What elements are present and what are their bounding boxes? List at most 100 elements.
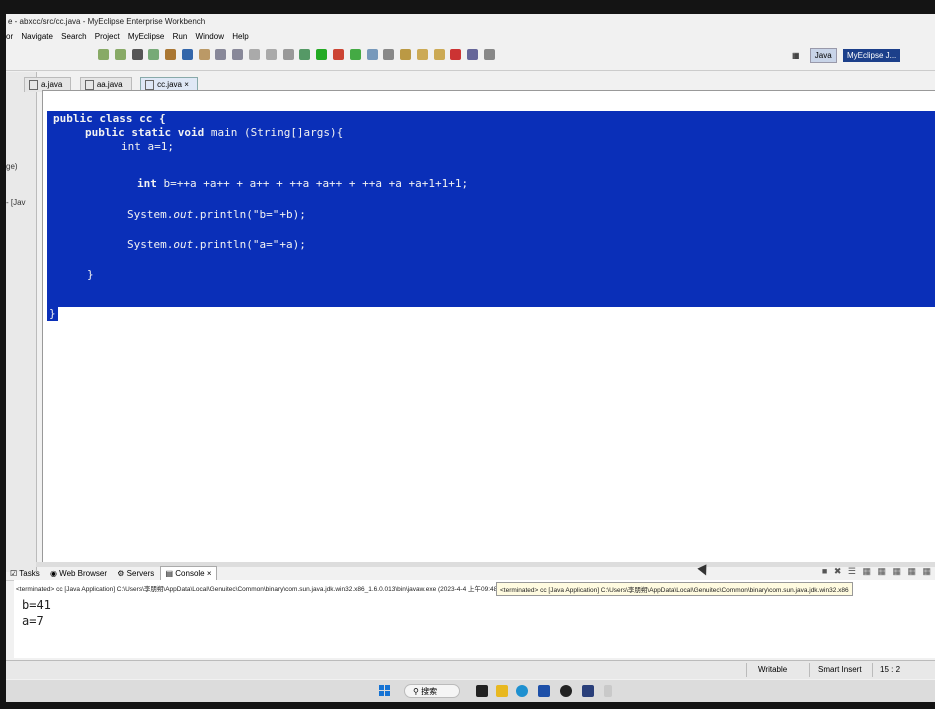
code-editor[interactable]: public class cc { public static void mai…	[42, 90, 935, 564]
taskbar-search[interactable]: ⚲ 搜索	[404, 684, 460, 698]
tooltip: <terminated> cc [Java Application] C:\Us…	[496, 582, 853, 596]
refresh-icon[interactable]	[400, 49, 412, 60]
expression: b=++a +a++ + a++ + ++a +a++ + ++a +a +a+…	[156, 177, 469, 190]
left-trim-label-1: ge)	[6, 162, 18, 171]
code-line-6: System.out.println("a="+a);	[127, 238, 306, 252]
code-line-4: int b=++a +a++ + a++ + ++a +a++ + ++a +a…	[137, 177, 468, 191]
status-separator	[872, 663, 873, 677]
code-field: out	[173, 238, 194, 251]
pin-icon[interactable]	[450, 49, 462, 60]
perspective-java[interactable]: Java	[809, 48, 837, 63]
code-line-1: public class cc {	[53, 112, 166, 126]
code-line-5: System.out.println("b="+b);	[127, 208, 306, 222]
console-toolbar[interactable]: ■ ✖ ☰ ▦ ▦ ▦ ▦ ▦	[822, 566, 933, 577]
class-declaration: public class cc {	[53, 112, 166, 125]
myeclipse-icon[interactable]	[582, 685, 594, 697]
status-separator	[809, 663, 810, 677]
type-keyword: int	[137, 177, 157, 190]
code-fragment: .println("a="+a);	[193, 238, 306, 251]
tasks-icon: ☑	[10, 569, 18, 578]
build-icon[interactable]	[416, 49, 428, 60]
servers-icon: ⚙	[117, 569, 125, 578]
java-file-icon	[84, 79, 94, 90]
status-bar: Writable Smart Insert 15 : 2	[6, 660, 935, 679]
tab-web-browser[interactable]: ◉ Web Browser	[46, 567, 111, 580]
tab-label: Servers	[126, 569, 155, 578]
menu-bar: or Navigate Search Project MyEclipse Run…	[6, 30, 935, 44]
method-modifiers: public static void	[85, 126, 211, 139]
menu-help[interactable]: Help	[232, 32, 248, 41]
code-fragment: System.	[127, 208, 174, 221]
grid-icon[interactable]	[282, 49, 294, 60]
pen2-icon[interactable]	[232, 49, 244, 60]
code-line-2: public static void main (String[]args){	[85, 126, 343, 140]
tab-label: aa.java	[96, 80, 123, 89]
deploy-icon[interactable]	[148, 49, 160, 60]
tab-tasks[interactable]: ☑ Tasks	[6, 567, 44, 580]
show-whitespace-icon[interactable]	[483, 49, 495, 60]
editor-tabs: a.java aa.java cc.java ×	[24, 74, 935, 92]
left-trim-label-2: - [Jav	[6, 198, 26, 207]
bean2-icon[interactable]	[181, 49, 193, 60]
code-fragment: .println("b="+b);	[193, 208, 306, 221]
search-label: 搜索	[421, 687, 438, 696]
tab-label: a.java	[41, 80, 63, 89]
package-explorer-trim: ge) - [Jav	[6, 72, 37, 572]
close-icon[interactable]: ×	[207, 569, 212, 578]
debug-icon[interactable]	[299, 49, 311, 60]
code-fragment: System.	[127, 238, 174, 251]
task-view-icon[interactable]	[476, 685, 488, 697]
open-perspective-button[interactable]: ▦	[788, 49, 804, 62]
code-line-8: }	[49, 307, 56, 320]
java-file-icon	[29, 79, 38, 90]
search-icon[interactable]	[383, 49, 395, 60]
console-icon: ▤	[165, 569, 174, 578]
tab-label: cc.java	[157, 80, 182, 89]
run-server-icon[interactable]	[131, 49, 143, 60]
close-icon[interactable]: ×	[184, 80, 189, 89]
new-class-icon[interactable]	[349, 49, 361, 60]
wizard-icon[interactable]	[265, 49, 277, 60]
tab-label: Web Browser	[59, 569, 108, 578]
tray-icon[interactable]	[604, 685, 612, 697]
console-line-b: b=41	[22, 598, 51, 612]
toggle-icon[interactable]	[467, 49, 479, 60]
menu-window[interactable]: Window	[196, 32, 224, 41]
menu-myeclipse[interactable]: MyEclipse	[128, 32, 164, 41]
db-icon[interactable]	[198, 49, 210, 60]
terminated-label: <terminated> cc [Java Application] C:\Us…	[16, 586, 509, 593]
status-separator	[746, 663, 747, 677]
menu-navigate[interactable]: Navigate	[21, 32, 53, 41]
java-file-icon	[145, 79, 155, 90]
tab-console[interactable]: ▤ Console ×	[160, 566, 217, 580]
menu-edit[interactable]: or	[6, 32, 13, 41]
perspective-myeclipse[interactable]: MyEclipse J...	[842, 49, 901, 62]
method-signature: main (String[]args){	[210, 126, 344, 139]
edit-icon[interactable]	[249, 49, 261, 60]
code-field: out	[173, 208, 194, 221]
windows-taskbar: ⚲ 搜索	[6, 680, 935, 702]
tab-servers[interactable]: ⚙ Servers	[113, 567, 158, 580]
new-project-icon[interactable]	[98, 49, 109, 60]
status-cursor-position: 15 : 2	[880, 665, 901, 674]
file-explorer-icon[interactable]	[496, 685, 508, 697]
external-tool-icon[interactable]	[332, 49, 344, 60]
brush-icon[interactable]	[433, 49, 445, 60]
menu-search[interactable]: Search	[61, 32, 86, 41]
pen-icon[interactable]	[215, 49, 227, 60]
bean-icon[interactable]	[165, 49, 177, 60]
open-type-icon[interactable]	[366, 49, 378, 60]
app-icon[interactable]	[560, 685, 572, 697]
code-line-7: }	[87, 268, 94, 281]
console-line-a: a=7	[22, 614, 44, 628]
menu-project[interactable]: Project	[95, 32, 120, 41]
globe-icon: ◉	[49, 569, 57, 578]
run-icon[interactable]	[316, 49, 328, 60]
menu-run[interactable]: Run	[173, 32, 188, 41]
console-tab-bar: ☑ Tasks ◉ Web Browser ⚙ Servers ▤ Consol…	[6, 566, 935, 581]
store-icon[interactable]	[538, 685, 550, 697]
windows-start-icon[interactable]	[379, 685, 391, 697]
edge-browser-icon[interactable]	[516, 685, 528, 697]
main-toolbar: ▦ Java MyEclipse J...	[6, 44, 935, 71]
new-file-icon[interactable]	[114, 49, 126, 60]
